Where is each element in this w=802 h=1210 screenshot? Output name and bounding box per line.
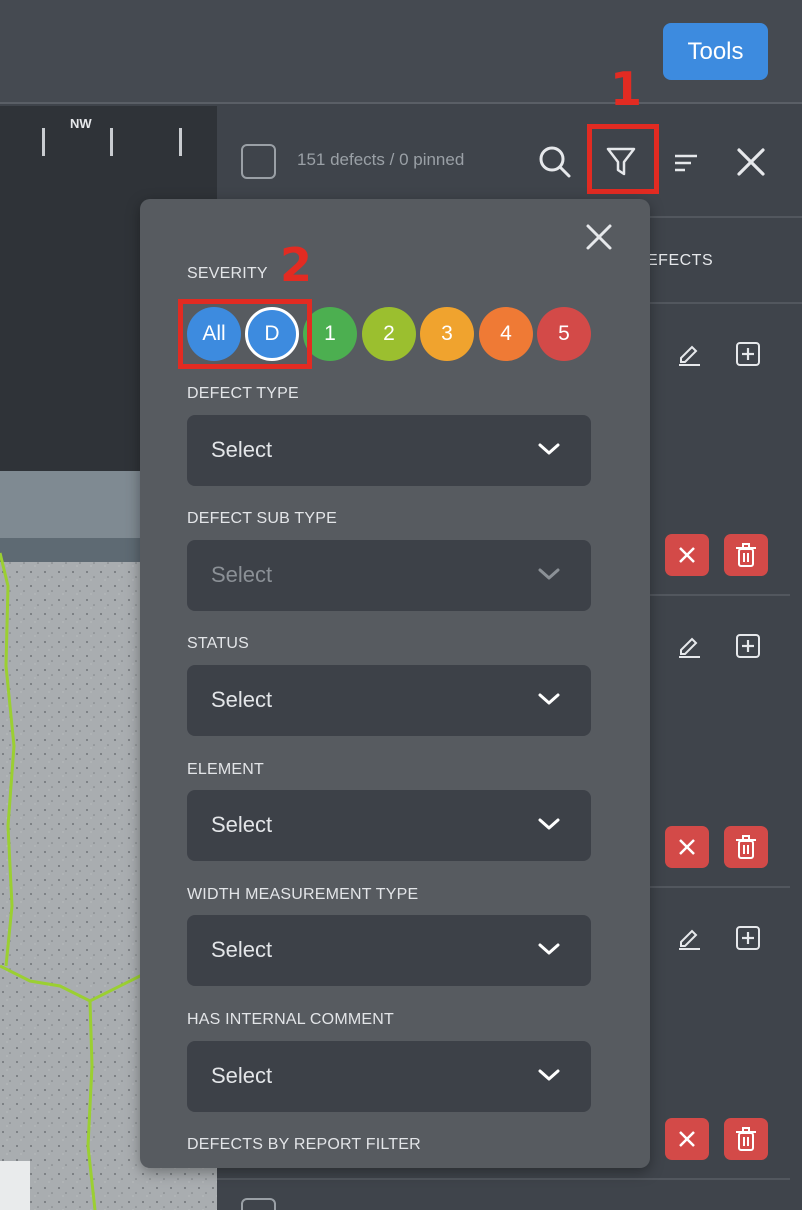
top-bar: Tools	[0, 0, 802, 104]
has-internal-comment-select[interactable]: Select	[187, 1041, 591, 1112]
card-divider	[217, 1178, 790, 1180]
add-icon[interactable]	[733, 339, 763, 369]
close-icon[interactable]	[585, 223, 615, 253]
x-icon	[679, 839, 695, 855]
width-measurement-type-select[interactable]: Select	[187, 915, 591, 986]
annotation-number-1: 1	[610, 62, 643, 116]
annotation-box-filter	[587, 124, 659, 194]
chevron-down-icon	[538, 1069, 560, 1081]
defect-type-value: Select	[211, 437, 273, 462]
status-value: Select	[211, 687, 273, 712]
defect-sub-type-label: DEFECT SUB TYPE	[187, 510, 337, 527]
edit-icon[interactable]	[674, 923, 704, 953]
chevron-down-icon	[538, 693, 560, 705]
trash-icon	[736, 1127, 756, 1151]
chevron-down-icon	[538, 443, 560, 455]
defect-sub-type-value: Select	[211, 562, 273, 587]
row-checkbox[interactable]	[241, 1198, 276, 1210]
trash-icon	[736, 543, 756, 567]
add-icon[interactable]	[733, 631, 763, 661]
tab-divider	[647, 302, 802, 304]
search-icon[interactable]	[537, 144, 573, 180]
defect-type-label: DEFECT TYPE	[187, 385, 299, 402]
edit-icon[interactable]	[674, 631, 704, 661]
defect-sub-type-select[interactable]: Select	[187, 540, 591, 611]
status-label: STATUS	[187, 635, 249, 652]
element-value: Select	[211, 812, 273, 837]
chevron-down-icon	[538, 818, 560, 830]
close-panel-icon[interactable]	[733, 144, 769, 180]
defect-type-select[interactable]: Select	[187, 415, 591, 486]
element-select[interactable]: Select	[187, 790, 591, 861]
severity-chip-5[interactable]: 5	[537, 307, 591, 361]
x-icon	[679, 1131, 695, 1147]
reject-button[interactable]	[665, 534, 709, 576]
trash-icon	[736, 835, 756, 859]
severity-chip-3[interactable]: 3	[420, 307, 474, 361]
element-label: ELEMENT	[187, 761, 264, 778]
delete-button[interactable]	[724, 1118, 768, 1160]
tab-defects[interactable]: EFECTS	[647, 252, 713, 270]
width-measurement-type-label: WIDTH MEASUREMENT TYPE	[187, 886, 419, 903]
chevron-down-icon	[538, 568, 560, 580]
delete-button[interactable]	[724, 826, 768, 868]
chevron-down-icon	[538, 943, 560, 955]
edit-icon[interactable]	[674, 339, 704, 369]
tools-button[interactable]: Tools	[663, 23, 768, 80]
severity-chip-2[interactable]: 2	[362, 307, 416, 361]
status-select[interactable]: Select	[187, 665, 591, 736]
annotation-box-severity	[178, 299, 312, 369]
has-internal-comment-label: HAS INTERNAL COMMENT	[187, 1011, 394, 1028]
add-icon[interactable]	[733, 923, 763, 953]
severity-chip-4[interactable]: 4	[479, 307, 533, 361]
has-internal-comment-value: Select	[211, 1063, 273, 1088]
severity-label: SEVERITY	[187, 265, 268, 282]
x-icon	[679, 547, 695, 563]
reject-button[interactable]	[665, 1118, 709, 1160]
reject-button[interactable]	[665, 826, 709, 868]
defect-count: 151 defects / 0 pinned	[297, 150, 465, 169]
delete-button[interactable]	[724, 534, 768, 576]
defects-by-report-filter-label: DEFECTS BY REPORT FILTER	[187, 1136, 421, 1153]
sort-icon[interactable]	[669, 146, 703, 180]
width-measurement-type-value: Select	[211, 937, 273, 962]
select-all-checkbox[interactable]	[241, 144, 276, 179]
annotation-number-2: 2	[280, 238, 313, 292]
